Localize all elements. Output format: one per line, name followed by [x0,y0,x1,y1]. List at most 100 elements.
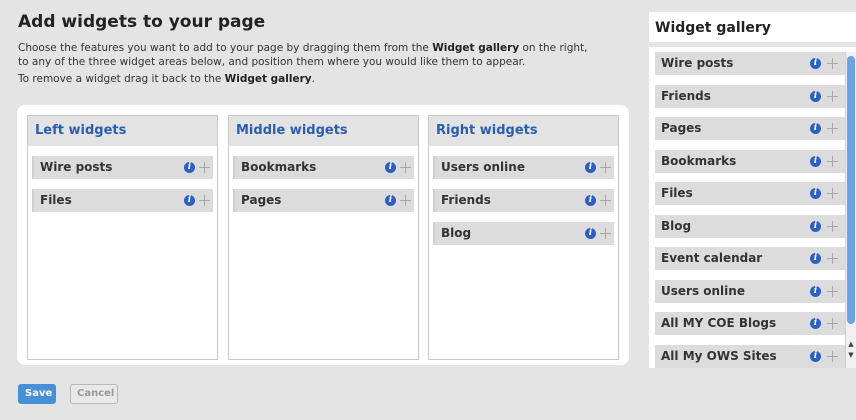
widget-gallery-reference: Widget gallery [432,42,520,54]
widget-item[interactable]: Files i [655,182,845,205]
widget-label: Files [40,193,72,207]
column-heading: Left widgets [28,116,217,146]
move-handle-icon[interactable] [600,162,611,173]
widget-list: Wire posts i Files i [28,146,217,212]
info-icon[interactable]: i [585,195,596,206]
move-handle-icon[interactable] [400,162,411,173]
left-widgets-area[interactable]: Left widgets Wire posts i Files i [27,115,218,360]
widget-label: Friends [661,88,711,103]
move-handle-icon[interactable] [827,58,838,69]
scroll-up-arrow-icon[interactable]: ▲ [847,339,855,349]
info-icon[interactable]: i [184,195,195,206]
widget-item[interactable]: Bookmarks i [233,156,414,179]
widget-item[interactable]: Bookmarks i [655,149,845,173]
column-heading: Right widgets [429,116,618,146]
page-title: Add widgets to your page [18,12,266,32]
widget-item[interactable]: Friends i [655,84,845,108]
widget-label: Friends [441,193,491,207]
widget-label: Bookmarks [241,160,317,174]
widget-item[interactable]: Pages i [655,117,845,140]
widget-item[interactable]: Blog i [655,214,845,238]
widget-label: Users online [661,283,745,298]
widget-gallery: Widget gallery Wire posts i Friends i Pages i… [649,12,856,368]
widget-label: Files [661,186,693,200]
move-handle-icon[interactable] [827,318,838,329]
widget-list: Users online i Friends i Blog i [429,146,618,245]
info-icon[interactable]: i [810,90,821,102]
move-handle-icon[interactable] [600,228,611,239]
info-icon[interactable]: i [585,228,596,239]
main-content: Add widgets to your page Choose the feat… [0,0,640,420]
widget-label: Wire posts [40,160,113,174]
middle-widgets-area[interactable]: Middle widgets Bookmarks i Pages i [228,115,419,360]
widget-item[interactable]: Wire posts i [655,52,845,75]
column-heading: Middle widgets [229,116,418,146]
gallery-list: Wire posts i Friends i Pages i Bookmarks i Files… [655,52,845,368]
move-handle-icon[interactable] [199,162,210,173]
widget-gallery-reference: Widget gallery [224,73,312,85]
widget-label: Blog [441,226,472,240]
widget-item[interactable]: All MY COE Blogs i [655,312,845,335]
move-handle-icon[interactable] [400,195,411,206]
widget-label: All My OWS Sites [661,348,777,363]
cancel-button[interactable]: Cancel [70,384,118,404]
widget-label: Pages [661,121,702,135]
instructions-text: . [311,73,315,85]
move-handle-icon[interactable] [827,188,838,199]
widget-label: All MY COE Blogs [661,316,777,330]
move-handle-icon[interactable] [827,90,838,102]
widget-label: Blog [661,218,692,233]
widget-label: Pages [241,193,282,207]
instructions-text: on the right, [519,42,588,54]
gallery-title: Widget gallery [655,20,771,36]
widget-item[interactable]: Users online i [433,156,614,179]
info-icon[interactable]: i [810,253,821,264]
info-icon[interactable]: i [810,123,821,134]
move-handle-icon[interactable] [199,195,210,206]
gallery-scrollbar[interactable]: ▲ ▼ [845,52,856,368]
widget-list: Bookmarks i Pages i [229,146,418,212]
widget-item[interactable]: Wire posts i [32,156,213,179]
instructions-line-1: Choose the features you want to add to y… [18,41,643,69]
widget-item[interactable]: Files i [32,189,213,212]
widget-item[interactable]: Event calendar i [655,247,845,270]
move-handle-icon[interactable] [827,285,838,297]
move-handle-icon[interactable] [827,350,838,362]
move-handle-icon[interactable] [827,155,838,167]
widget-item[interactable]: Pages i [233,189,414,212]
info-icon[interactable]: i [810,155,821,167]
move-handle-icon[interactable] [827,253,838,264]
widget-label: Wire posts [661,56,734,70]
info-icon[interactable]: i [810,318,821,329]
info-icon[interactable]: i [385,195,396,206]
move-handle-icon[interactable] [600,195,611,206]
scroll-down-arrow-icon[interactable]: ▼ [847,350,855,360]
instructions-line-3: To remove a widget drag it back to the W… [18,72,643,86]
instructions-text: To remove a widget drag it back to the [18,73,225,85]
widget-item[interactable]: Blog i [433,222,614,245]
move-handle-icon[interactable] [827,123,838,134]
instructions-text: to any of the three widget areas below, … [18,56,526,68]
move-handle-icon[interactable] [827,220,838,232]
widget-label: Users online [441,160,525,174]
instructions-text: Choose the features you want to add to y… [18,42,433,54]
info-icon[interactable]: i [184,162,195,173]
widget-label: Event calendar [661,251,763,265]
right-widgets-area[interactable]: Right widgets Users online i Friends i Blog i [428,115,619,360]
instructions: Choose the features you want to add to y… [18,41,643,89]
info-icon[interactable]: i [585,162,596,173]
info-icon[interactable]: i [810,188,821,199]
widget-item[interactable]: Friends i [433,189,614,212]
widget-item[interactable]: All My OWS Sites i [655,344,845,368]
info-icon[interactable]: i [385,162,396,173]
widget-item[interactable]: Users online i [655,279,845,303]
info-icon[interactable]: i [810,220,821,232]
scrollbar-thumb[interactable] [847,56,855,324]
widget-areas-panel: Left widgets Wire posts i Files i Middle wi… [17,105,629,365]
widget-label: Bookmarks [661,153,737,168]
info-icon[interactable]: i [810,350,821,362]
divider [649,42,856,47]
info-icon[interactable]: i [810,58,821,69]
info-icon[interactable]: i [810,285,821,297]
save-button[interactable]: Save [18,384,56,404]
